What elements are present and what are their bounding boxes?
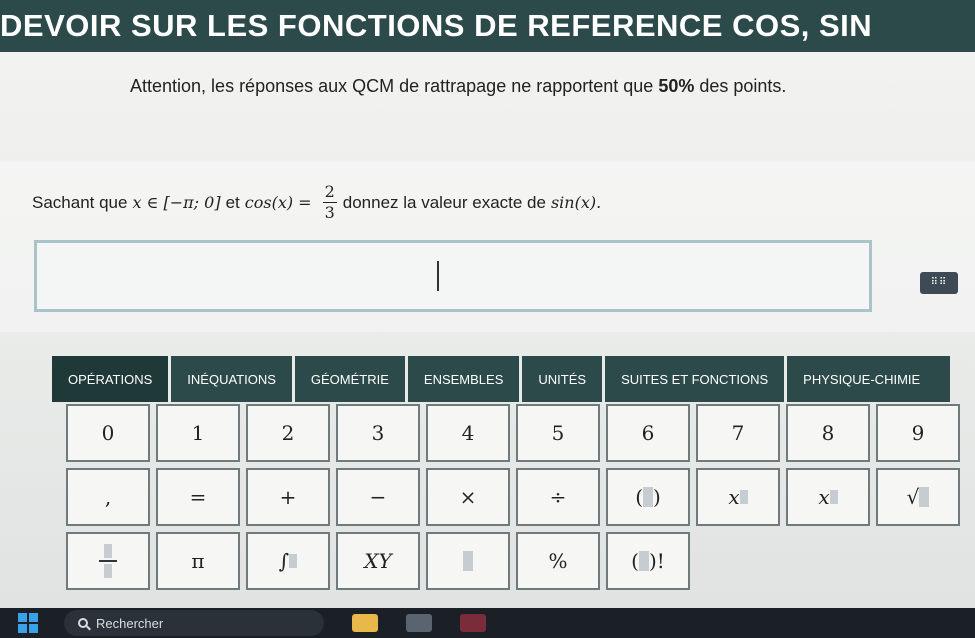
key-6[interactable]: 6 — [606, 404, 690, 462]
slot-icon — [289, 554, 298, 568]
question-text: Sachant que x ∈ [−π; 0] et cos(x) = 2 3 … — [32, 182, 606, 223]
key-9[interactable]: 9 — [876, 404, 960, 462]
file-explorer-icon[interactable] — [352, 614, 378, 632]
key-vector[interactable]: XY — [336, 532, 420, 590]
keyboard-tabs: Opérations Inéquations Géométrie Ensembl… — [52, 356, 951, 402]
key-placeholder[interactable] — [426, 532, 510, 590]
key-subscript[interactable]: x — [696, 468, 780, 526]
question-part3: donnez la valeur exacte de — [342, 192, 546, 212]
tab-physique-chimie[interactable]: Physique-Chimie — [787, 356, 951, 402]
windows-start-icon[interactable] — [18, 613, 38, 633]
key-0[interactable]: 0 — [66, 404, 150, 462]
notice-text-bold: 50% — [658, 76, 695, 96]
text-caret — [437, 261, 439, 291]
key-4[interactable]: 4 — [426, 404, 510, 462]
key-row-functions: π ∫ XY % ()! — [66, 532, 962, 590]
key-row-digits: 0 1 2 3 4 5 6 7 8 9 — [66, 404, 962, 462]
question-part2: et — [225, 192, 240, 212]
key-pi[interactable]: π — [156, 532, 240, 590]
key-times[interactable]: × — [426, 468, 510, 526]
tab-operations[interactable]: Opérations — [52, 356, 169, 402]
slot-icon — [463, 551, 473, 571]
tab-inequations[interactable]: Inéquations — [171, 356, 292, 402]
key-7[interactable]: 7 — [696, 404, 780, 462]
vector-label: XY — [364, 549, 392, 573]
keyboard-toggle-icon[interactable]: ⠿⠿ — [920, 272, 958, 294]
slot-icon — [643, 487, 653, 507]
slot-icon — [919, 487, 930, 507]
key-equals[interactable]: = — [156, 468, 240, 526]
key-plus[interactable]: + — [246, 468, 330, 526]
search-icon — [78, 618, 88, 628]
tab-unites[interactable]: Unités — [522, 356, 603, 402]
key-minus[interactable]: − — [336, 468, 420, 526]
slot-icon — [638, 551, 649, 571]
question-part1: Sachant que — [32, 192, 128, 212]
taskbar-app-icon[interactable] — [460, 614, 486, 632]
key-percent[interactable]: % — [516, 532, 600, 590]
taskbar-search[interactable]: Rechercher — [64, 610, 324, 636]
fraction-denominator: 3 — [324, 203, 335, 222]
key-3[interactable]: 3 — [336, 404, 420, 462]
key-power[interactable]: x — [786, 468, 870, 526]
slot-icon — [829, 490, 838, 504]
question-math-interval: x ∈ [−π; 0] — [132, 193, 221, 212]
math-keyboard: 0 1 2 3 4 5 6 7 8 9 , = + − × ÷ () x x √… — [66, 404, 962, 596]
key-fraction[interactable] — [66, 532, 150, 590]
key-divide[interactable]: ÷ — [516, 468, 600, 526]
question-math-cos: cos(x) = — [244, 193, 312, 212]
notice-text-after: des points. — [694, 76, 787, 96]
key-factorial[interactable]: ()! — [606, 532, 690, 590]
os-taskbar: Rechercher — [0, 608, 975, 638]
key-comma[interactable]: , — [66, 468, 150, 526]
notice-text-before: Attention, les réponses aux QCM de rattr… — [130, 76, 659, 96]
fraction: 2 3 — [322, 182, 337, 223]
fraction-numerator: 2 — [322, 182, 337, 203]
tab-ensembles[interactable]: Ensembles — [407, 356, 520, 402]
tab-geometrie[interactable]: Géométrie — [294, 356, 405, 402]
fraction-icon — [99, 544, 117, 578]
key-row-operators: , = + − × ÷ () x x √ — [66, 468, 962, 526]
key-sqrt[interactable]: √ — [876, 468, 960, 526]
key-integral[interactable]: ∫ — [246, 532, 330, 590]
integral-symbol: ∫ — [278, 549, 290, 573]
answer-input[interactable] — [34, 240, 872, 312]
key-5[interactable]: 5 — [516, 404, 600, 462]
factorial-symbol: ! — [656, 549, 665, 573]
tab-suites-et-fonctions[interactable]: Suites et fonctions — [605, 356, 785, 402]
page-title: DEVOIR SUR LES FONCTIONS DE REFERENCE CO… — [0, 0, 975, 52]
taskbar-app-icon[interactable] — [406, 614, 432, 632]
search-placeholder: Rechercher — [96, 615, 164, 631]
key-1[interactable]: 1 — [156, 404, 240, 462]
slot-icon — [739, 490, 748, 504]
question-math-sin: sin(x). — [550, 193, 602, 212]
key-parentheses[interactable]: () — [606, 468, 690, 526]
key-8[interactable]: 8 — [786, 404, 870, 462]
notice-text: Attention, les réponses aux QCM de rattr… — [130, 76, 930, 97]
key-2[interactable]: 2 — [246, 404, 330, 462]
